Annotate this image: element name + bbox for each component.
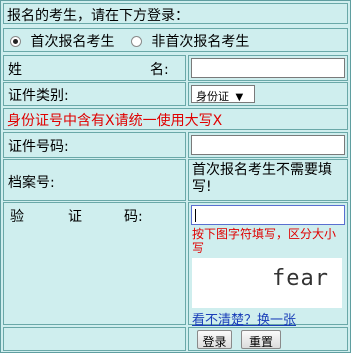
captcha-label-2: 证 [68,209,82,225]
captcha-label: 验 证 码: [3,202,186,325]
captcha-image-text: fear [272,266,329,291]
header-row: 报名的考生，请在下方登录： [3,3,348,24]
name-row: 姓 名: [3,55,348,81]
id-type-select[interactable]: 身份证 ▼ [191,85,255,103]
captcha-hint: 按下图字符填写，区分大小写 [192,227,337,255]
captcha-input[interactable] [191,205,345,225]
buttons-cell: 登录 重置 [188,327,348,351]
file-number-note: 首次报名考生不需要填写! [188,159,348,201]
buttons-spacer [3,327,186,351]
captcha-cell: 按下图字符填写，区分大小写 fear 看不清楚？换一张 [188,202,348,328]
id-type-selected: 身份证 [196,90,229,103]
chevron-down-icon: ▼ [235,92,244,103]
id-notice-text: 身份证号中含有X请统一使用大写X [3,108,348,130]
name-label-right: 名: [150,62,169,78]
id-type-label: 证件类别: [3,82,186,106]
id-number-label: 证件号码: [3,132,186,158]
captcha-image: fear [192,258,342,308]
login-button[interactable]: 登录 [197,330,232,349]
first-time-radio-label[interactable]: 首次报名考生 [30,34,114,50]
registration-type-row: 首次报名考生 非首次报名考生 [3,28,348,52]
captcha-label-1: 验 [10,209,24,225]
id-number-row: 证件号码: [3,132,348,158]
name-input-cell [188,55,348,81]
id-number-input[interactable] [191,135,345,155]
id-type-cell: 身份证 ▼ [188,82,348,106]
returning-radio[interactable] [130,36,142,47]
registration-type-group: 首次报名考生 非首次报名考生 [3,28,348,52]
buttons-row: 登录 重置 [3,327,348,351]
id-notice-row: 身份证号中含有X请统一使用大写X [3,108,348,130]
login-form: 报名的考生，请在下方登录： 首次报名考生 非首次报名考生 姓 名: 证件类别: … [0,0,351,353]
captcha-label-3: 码: [124,209,143,225]
name-label: 姓 名: [3,55,186,81]
file-number-row: 档案号: 首次报名考生不需要填写! [3,159,348,201]
captcha-row: 验 证 码: 按下图字符填写，区分大小写 fear 看不清楚？换一张 [3,202,348,328]
id-number-input-cell [188,132,348,158]
name-label-left: 姓 [8,62,22,78]
id-type-row: 证件类别: 身份证 ▼ [3,82,348,106]
form-title: 报名的考生，请在下方登录： [3,3,348,24]
file-number-label: 档案号: [3,159,186,201]
captcha-refresh-link[interactable]: 看不清楚？换一张 [192,309,296,328]
returning-radio-label[interactable]: 非首次报名考生 [151,34,249,50]
first-time-radio[interactable] [10,36,21,47]
name-input[interactable] [191,58,345,78]
reset-button[interactable]: 重置 [241,330,281,349]
text-cursor [195,209,196,222]
